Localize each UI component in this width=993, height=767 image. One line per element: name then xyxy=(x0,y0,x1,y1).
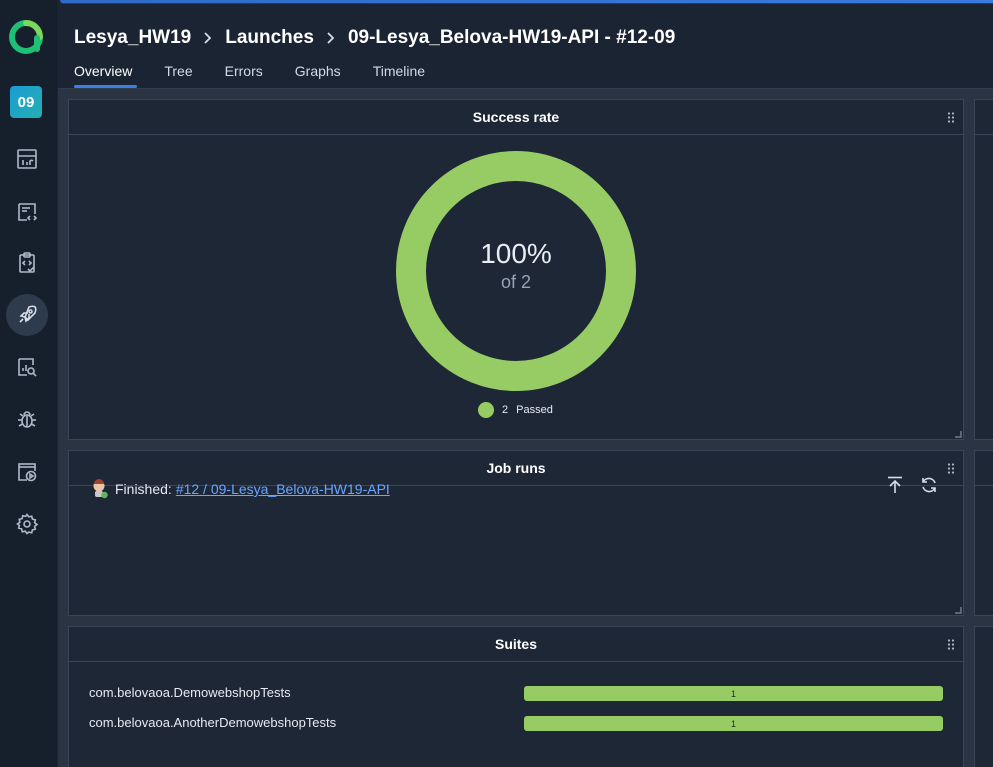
breadcrumb: Lesya_HW19 Launches 09-Lesya_Belova-HW19… xyxy=(74,26,675,50)
suite-count: 1 xyxy=(730,688,736,699)
upload-icon[interactable] xyxy=(885,475,905,495)
sidebar: 09 xyxy=(0,0,57,767)
top-progress-line xyxy=(60,0,993,4)
suites-widget: Suites com.belovaoa.DemowebshopTests 1 c… xyxy=(68,626,964,767)
tab-timeline[interactable]: Timeline xyxy=(373,62,425,88)
tab-graphs[interactable]: Graphs xyxy=(295,62,341,88)
chevron-right-icon xyxy=(327,32,335,44)
suite-name[interactable]: com.belovaoa.DemowebshopTests xyxy=(89,685,291,700)
widget-title: Success rate xyxy=(472,109,560,125)
drag-handle-icon[interactable] xyxy=(947,112,955,123)
overview-content: Success rate 100% of 2 2 Passed Job runs xyxy=(58,89,993,767)
donut-center: 100% of 2 xyxy=(396,151,636,391)
breadcrumb-project[interactable]: Lesya_HW19 xyxy=(74,27,191,49)
refresh-icon[interactable] xyxy=(919,475,939,495)
success-rate-widget: Success rate 100% of 2 2 Passed xyxy=(68,99,964,440)
job-status: Finished: xyxy=(115,481,172,497)
dashboard-icon[interactable] xyxy=(6,138,48,180)
test-cases-icon[interactable] xyxy=(6,191,48,233)
success-percent: 100% xyxy=(480,237,552,269)
job-run-entry: Finished: #12 / 09-Lesya_Belova-HW19-API xyxy=(91,479,390,499)
breadcrumb-launches[interactable]: Launches xyxy=(225,27,314,49)
project-badge[interactable]: 09 xyxy=(10,86,42,118)
job-run-link[interactable]: #12 / 09-Lesya_Belova-HW19-API xyxy=(176,481,390,497)
resize-handle[interactable] xyxy=(955,607,962,614)
job-actions xyxy=(885,475,939,495)
chevron-right-icon xyxy=(204,32,212,44)
launches-icon[interactable] xyxy=(6,294,48,336)
resize-handle[interactable] xyxy=(955,431,962,438)
chart-legend: 2 Passed xyxy=(478,402,553,418)
jenkins-icon xyxy=(93,479,108,499)
test-plans-icon[interactable] xyxy=(6,242,48,284)
suite-count: 1 xyxy=(730,718,736,729)
passed-legend-dot xyxy=(478,402,494,418)
suite-row[interactable]: com.belovaoa.AnotherDemowebshopTests 1 xyxy=(89,715,945,733)
drag-handle-icon[interactable] xyxy=(947,463,955,474)
defects-icon[interactable] xyxy=(6,398,48,440)
drag-handle-icon[interactable] xyxy=(947,639,955,650)
widget-title: Suites xyxy=(494,636,537,652)
legend-label: Passed xyxy=(516,404,553,416)
job-runs-widget: Job runs Finished: #12 / 09-Lesya_Belova… xyxy=(68,450,964,616)
allure-logo[interactable] xyxy=(9,20,43,54)
jobs-icon[interactable] xyxy=(6,451,48,493)
right-widget-partial xyxy=(974,99,993,440)
tab-bar: Overview Tree Errors Graphs Timeline xyxy=(74,62,457,88)
widget-header: Success rate xyxy=(69,100,963,135)
suite-passed-bar[interactable]: 1 xyxy=(524,686,943,701)
widget-title: Job runs xyxy=(486,460,546,476)
widget-header: Suites xyxy=(69,627,963,662)
right-widget-partial xyxy=(974,626,993,767)
tab-tree[interactable]: Tree xyxy=(164,62,192,88)
success-rate-donut: 100% of 2 xyxy=(396,151,636,391)
total-count: of 2 xyxy=(500,271,532,292)
tab-errors[interactable]: Errors xyxy=(225,62,263,88)
suite-name[interactable]: com.belovaoa.AnotherDemowebshopTests xyxy=(89,715,336,730)
tab-overview[interactable]: Overview xyxy=(74,62,138,88)
right-widget-partial xyxy=(974,450,993,616)
suite-row[interactable]: com.belovaoa.DemowebshopTests 1 xyxy=(89,685,945,703)
suite-passed-bar[interactable]: 1 xyxy=(524,716,943,731)
settings-icon[interactable] xyxy=(6,503,48,545)
breadcrumb-launch: 09-Lesya_Belova-HW19-API - #12-09 xyxy=(347,27,676,48)
analytics-icon[interactable] xyxy=(6,346,48,388)
legend-count: 2 xyxy=(502,404,509,416)
